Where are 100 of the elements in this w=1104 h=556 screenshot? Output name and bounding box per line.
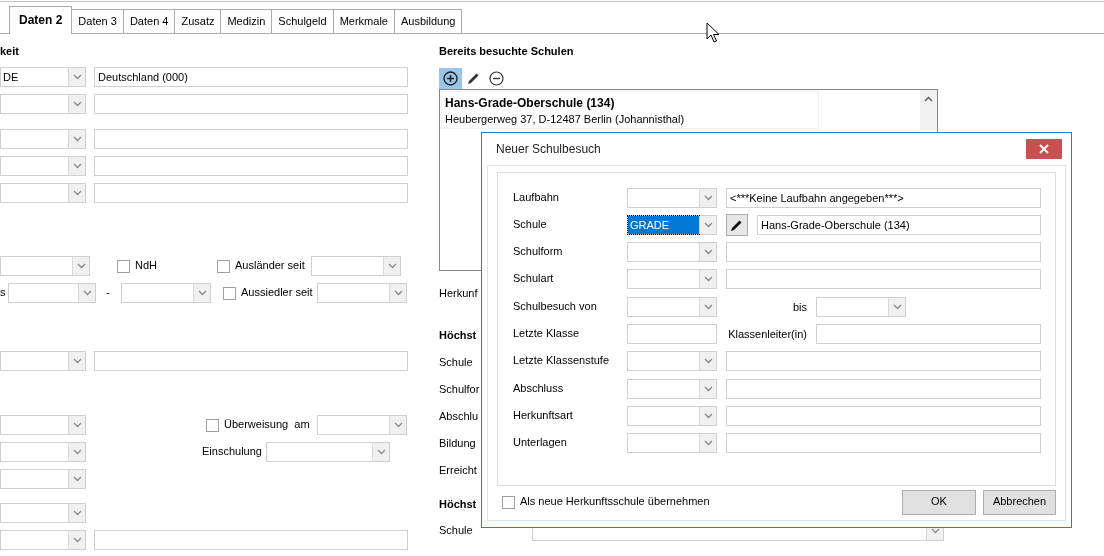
scrollbar[interactable] (920, 90, 937, 130)
checkbox[interactable] (502, 495, 515, 509)
chevron-down-icon (197, 290, 207, 296)
school-address: Heubergerweg 37, D-12487 Berlin (Johannisthal) (445, 113, 686, 127)
field-label: s (0, 286, 6, 300)
chevron-down-icon (387, 263, 397, 269)
chevron-down-icon (72, 510, 82, 516)
field-label: Abschlu (439, 410, 479, 424)
chevron-down-icon (72, 449, 82, 455)
field-label: Klassenleiter(in) (727, 327, 807, 341)
close-button[interactable] (1026, 139, 1062, 159)
chevron-down-icon (703, 440, 713, 446)
text-field[interactable] (94, 129, 408, 149)
chevron-down-icon (72, 190, 82, 196)
pencil-icon (466, 71, 481, 86)
checkbox-label: Überweisung am (224, 418, 310, 432)
chevron-down-icon (72, 74, 82, 80)
chevron-up-icon (924, 96, 933, 102)
chevron-down-icon (393, 290, 403, 296)
field-label: Abschluss (513, 382, 565, 396)
field-label: Herkunftsart (513, 409, 574, 423)
chevron-down-icon (703, 358, 713, 364)
field-label: Letzte Klassenstufe (513, 354, 610, 368)
checkbox[interactable] (223, 286, 236, 300)
field-label: Unterlagen (513, 436, 568, 450)
ok-button[interactable]: OK (902, 489, 976, 515)
text-field[interactable] (94, 94, 408, 114)
field-label: Schulform (513, 245, 564, 259)
chevron-down-icon (376, 449, 386, 455)
chevron-down-icon (72, 136, 82, 142)
field-label: Schulbesuch von (513, 300, 598, 314)
close-icon (1039, 144, 1049, 154)
field-label: Einschulung (202, 445, 262, 459)
field-label: Schule (513, 218, 548, 232)
field-label: Schulart (513, 272, 555, 286)
field-label: Herkunf (439, 287, 478, 301)
text-field[interactable] (726, 269, 1041, 289)
field-label: Schulfor (439, 383, 480, 397)
text-field[interactable]: <***Keine Laufbahn angegeben***> (726, 188, 1041, 208)
checkbox-label: NdH (135, 259, 157, 273)
chevron-down-icon (703, 276, 713, 282)
field-label: Schule (439, 524, 473, 538)
text-field[interactable] (726, 433, 1041, 453)
chevron-down-icon (72, 476, 82, 482)
dialog-title: Neuer Schulbesuch (496, 141, 602, 157)
text-field[interactable] (726, 406, 1041, 426)
field-label: Letzte Klasse (513, 327, 581, 341)
chevron-down-icon (703, 413, 713, 419)
cursor-icon (706, 22, 720, 44)
checkbox[interactable] (117, 259, 130, 273)
plus-circle-icon (443, 71, 458, 86)
field-label: bis (791, 300, 807, 314)
text-field[interactable] (94, 156, 408, 176)
text-field[interactable] (726, 379, 1041, 399)
list-item[interactable]: Hans-Grade-Oberschule (134) Heubergerweg 37, D-12487 Berlin (Johannisthal) (441, 91, 819, 129)
chevron-down-icon (703, 386, 713, 392)
edit-button[interactable] (726, 214, 748, 236)
chevron-down-icon (72, 537, 82, 543)
minus-circle-icon (489, 71, 504, 86)
field-label: Laufbahn (513, 191, 560, 205)
checkbox[interactable] (217, 259, 230, 273)
text-field[interactable] (816, 324, 1041, 344)
text-field[interactable]: Hans-Grade-Oberschule (134) (757, 215, 1041, 235)
pencil-icon (730, 218, 744, 232)
text-field[interactable]: Deutschland (000) (94, 67, 408, 87)
text-field[interactable] (726, 351, 1041, 371)
chevron-down-icon (703, 195, 713, 201)
chevron-down-icon (72, 422, 82, 428)
text-field[interactable] (94, 183, 408, 203)
field-label: Schule (439, 356, 473, 370)
checkbox-label: Ausländer seit (235, 259, 305, 273)
chevron-down-icon (72, 163, 82, 169)
field-label: - (106, 286, 110, 300)
checkbox-label: Als neue Herkunftsschule übernehmen (520, 495, 710, 509)
dropdown[interactable]: GRADE (627, 215, 717, 235)
text-field[interactable] (627, 324, 717, 344)
chevron-down-icon (72, 358, 82, 364)
cancel-button[interactable]: Abbrechen (983, 489, 1056, 515)
section-heading: Höchst (439, 498, 477, 512)
checkbox-label: Aussiedler seit (241, 286, 313, 300)
tab[interactable]: Ausbildung (393, 9, 463, 33)
chevron-down-icon (703, 249, 713, 255)
text-field[interactable] (726, 242, 1041, 262)
dropdown[interactable]: DE (0, 67, 86, 87)
chevron-down-icon (703, 304, 713, 310)
text-field[interactable] (94, 530, 408, 550)
chevron-down-icon (703, 222, 713, 228)
section-heading: Höchst (439, 329, 477, 343)
section-heading: keit (0, 44, 20, 58)
checkbox[interactable] (206, 418, 219, 432)
section-heading: Bereits besuchte Schulen (439, 44, 575, 58)
text-field[interactable] (94, 351, 408, 371)
chevron-down-icon (72, 101, 82, 107)
chevron-down-icon (892, 304, 902, 310)
school-name: Hans-Grade-Oberschule (134) (445, 96, 616, 111)
tab[interactable]: Daten 2 (9, 6, 73, 34)
chevron-down-icon (82, 290, 92, 296)
chevron-down-icon (76, 263, 86, 269)
add-button[interactable] (439, 68, 462, 89)
chevron-down-icon (393, 422, 403, 428)
